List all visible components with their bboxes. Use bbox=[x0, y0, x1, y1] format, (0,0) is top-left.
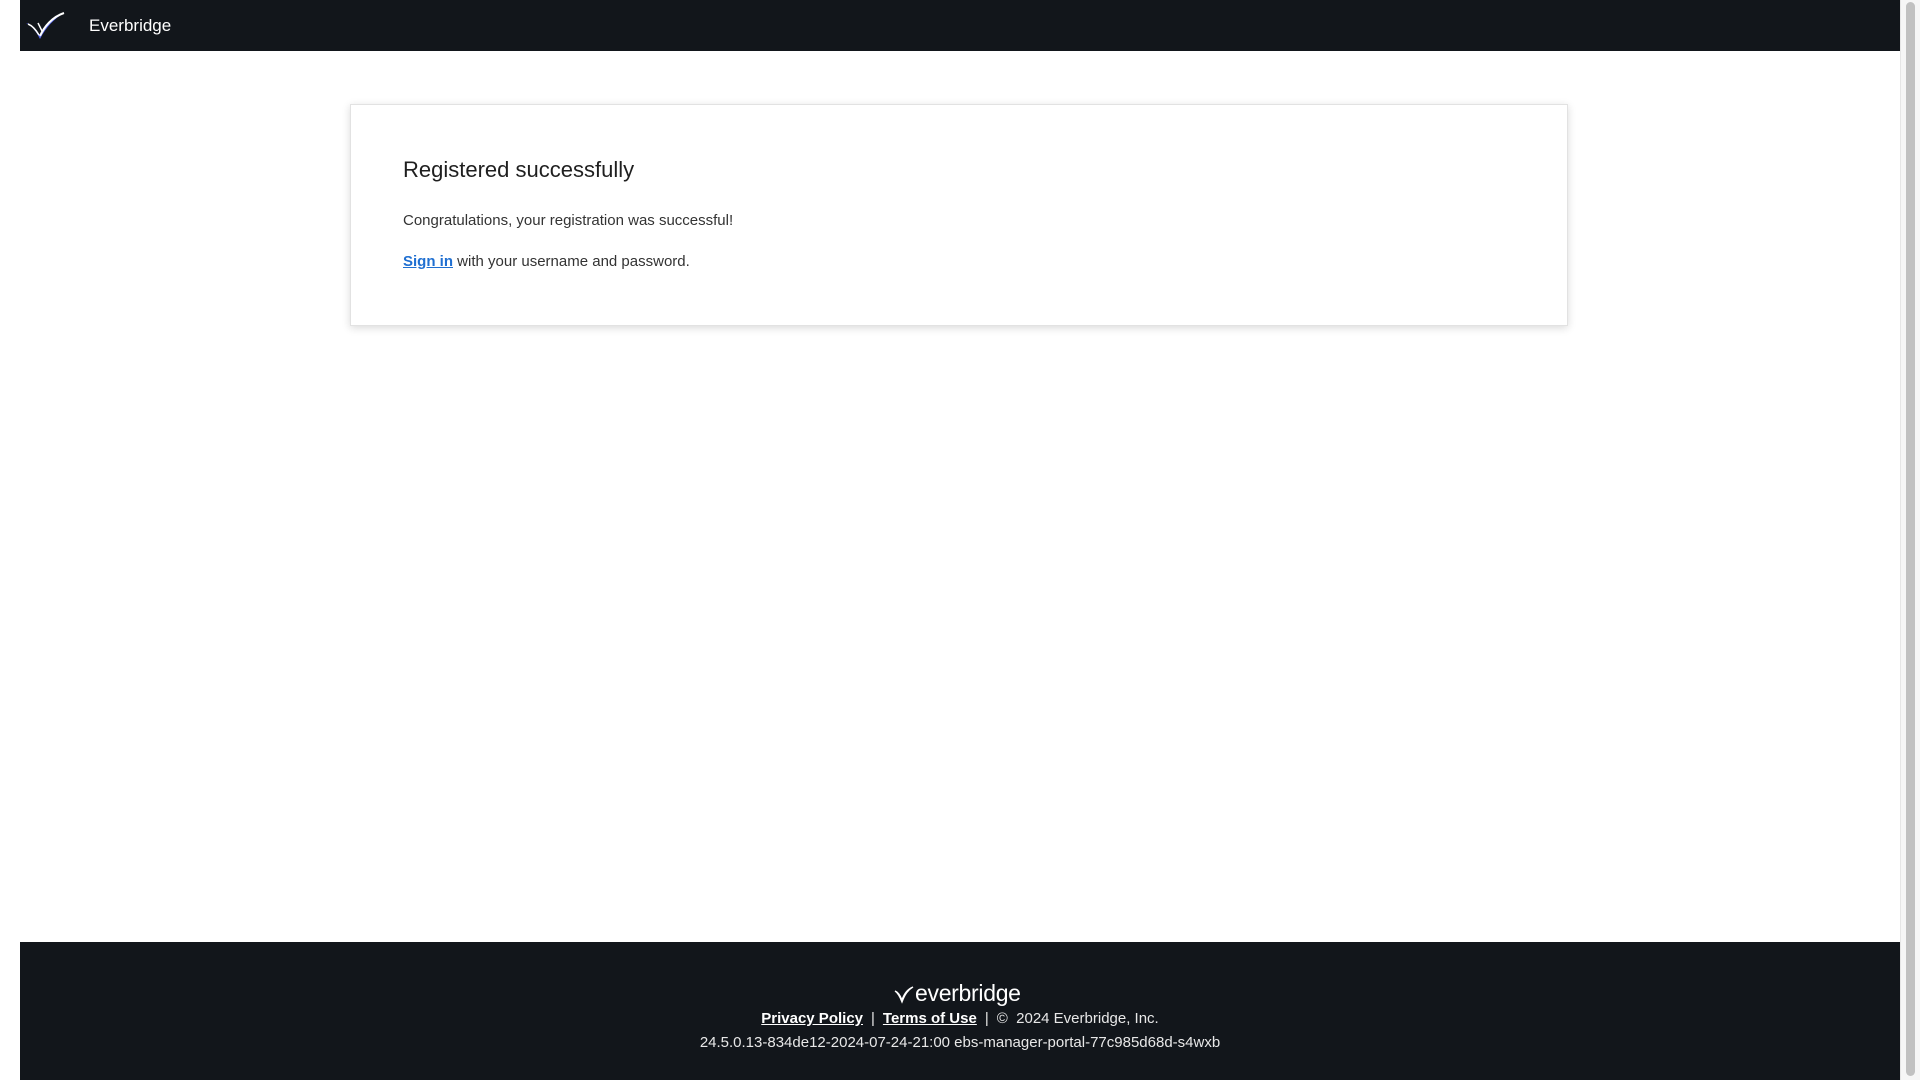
page-title: Registered successfully bbox=[403, 157, 635, 182]
everbridge-bird-mark-icon bbox=[894, 986, 914, 1004]
registration-success-card: Registered successfully Congratulations,… bbox=[350, 104, 1568, 326]
everbridge-bird-logo-icon[interactable] bbox=[24, 9, 66, 41]
footer-links: Privacy Policy | Terms of Use | © 2024 Everb… bbox=[20, 1010, 1900, 1027]
footer-logo: everbridge bbox=[894, 975, 1021, 1007]
signin-instruction-text: with your username and password. bbox=[453, 253, 690, 270]
app-page: Everbridge Registered successfully Congr… bbox=[20, 0, 1900, 1080]
vertical-scrollbar[interactable] bbox=[1900, 0, 1920, 1080]
page-footer: everbridge Privacy Policy | Terms of Use | ©… bbox=[20, 942, 1900, 1080]
success-message: Congratulations, your registration was s… bbox=[403, 212, 734, 229]
signin-instruction: Sign in with your username and password. bbox=[403, 253, 690, 270]
build-version: 24.5.0.13-834de12-2024-07-24-21:00 ebs-m… bbox=[699, 1034, 1221, 1051]
scrollbar-thumb[interactable] bbox=[1906, 2, 1915, 1076]
copyright-symbol: © bbox=[996, 1010, 1008, 1027]
footer-logo-text: everbridge bbox=[915, 980, 1021, 1006]
footer-separator: | bbox=[984, 1010, 989, 1027]
footer-separator: | bbox=[871, 1010, 875, 1027]
brand-name: Everbridge bbox=[89, 16, 172, 35]
browser-viewport: Everbridge Registered successfully Congr… bbox=[0, 0, 1920, 1080]
left-gutter bbox=[0, 0, 20, 1080]
top-navbar: Everbridge bbox=[20, 0, 1900, 51]
copyright-text: 2024 Everbridge, Inc. bbox=[1016, 1010, 1159, 1027]
sign-in-link[interactable]: Sign in bbox=[403, 253, 453, 270]
terms-of-use-link[interactable]: Terms of Use bbox=[883, 1010, 977, 1027]
privacy-policy-link[interactable]: Privacy Policy bbox=[761, 1010, 863, 1027]
